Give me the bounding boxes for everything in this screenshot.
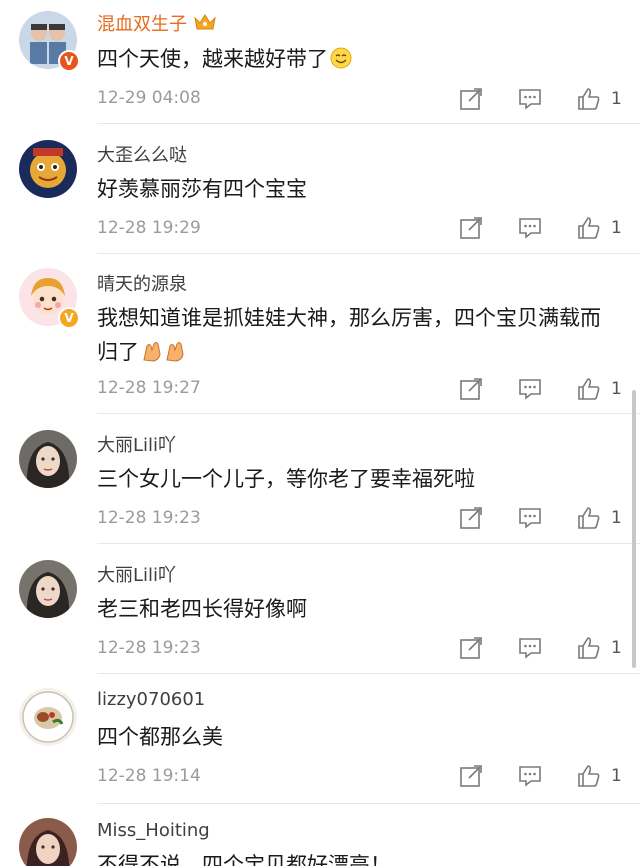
like-button[interactable] [576, 763, 602, 789]
scrollbar[interactable] [632, 390, 636, 668]
comment-button[interactable] [517, 763, 543, 789]
comment-button[interactable] [517, 376, 543, 402]
portrait-avatar-icon [19, 430, 77, 488]
comment-button[interactable] [517, 86, 543, 112]
repost-button[interactable] [458, 763, 484, 789]
comment-username[interactable]: 混血双生子 [97, 10, 217, 36]
user-avatar[interactable] [19, 688, 77, 746]
edit-share-icon [460, 507, 482, 529]
comment-text: 不得不说，四个宝贝都好漂亮！ [97, 853, 391, 866]
like-count: 1 [611, 89, 622, 109]
comment-button[interactable] [517, 505, 543, 531]
comment-bubble-icon [519, 218, 541, 239]
comment-timestamp: 12-28 19:23 [97, 638, 201, 658]
like-count: 1 [611, 379, 622, 399]
repost-button[interactable] [458, 505, 484, 531]
repost-button[interactable] [458, 635, 484, 661]
like-button[interactable] [576, 635, 602, 661]
comment-item: 大丽Lili吖 三个女儿一个儿子，等你老了要幸福死啦 12-28 19:23 1 [0, 414, 640, 544]
edit-share-icon [460, 378, 482, 400]
comment-username[interactable]: 大丽Lili吖 [97, 561, 176, 587]
user-avatar[interactable] [19, 430, 77, 488]
edit-share-icon [460, 637, 482, 659]
like-button[interactable] [576, 505, 602, 531]
comment-bubble-icon [519, 379, 541, 400]
like-count: 1 [611, 638, 622, 658]
edit-share-icon [460, 765, 482, 787]
comment-text: 四个天使，越来越好带了 [97, 42, 616, 76]
comment-timestamp: 12-28 19:23 [97, 508, 201, 528]
thumbs-up-icon [578, 765, 600, 787]
thumbs-up-icon [578, 637, 600, 659]
comment-username[interactable]: Miss_Hoiting [97, 820, 210, 841]
comment-timestamp: 12-28 19:29 [97, 218, 201, 238]
thumbs-up-icon [578, 378, 600, 400]
user-avatar[interactable] [19, 818, 77, 866]
comment-text: 我想知道谁是抓娃娃大神，那么厉害，四个宝贝满载而归了 [97, 301, 616, 369]
comment-item: 大丽Lili吖 老三和老四长得好像啊 12-28 19:23 1 [0, 544, 640, 674]
comment-item: V 晴天的源泉 我想知道谁是抓娃娃大神，那么厉害，四个宝贝满载而归了 12-28… [0, 254, 640, 414]
portrait-avatar-icon [19, 560, 77, 618]
like-button[interactable] [576, 376, 602, 402]
edit-share-icon [460, 217, 482, 239]
comment-button[interactable] [517, 215, 543, 241]
comment-bubble-icon [519, 638, 541, 659]
cartoon-avatar-icon [19, 140, 77, 198]
comment-bubble-icon [519, 89, 541, 110]
smile-emoji-icon [330, 47, 352, 69]
like-count: 1 [611, 766, 622, 786]
comment-item: lizzy070601 四个都那么美 12-28 19:14 1 [0, 674, 640, 804]
user-avatar[interactable] [19, 560, 77, 618]
comment-username[interactable]: lizzy070601 [97, 689, 205, 710]
portrait-avatar-icon [19, 818, 77, 866]
comment-item: 大歪么么哒 好羡慕丽莎有四个宝宝 12-28 19:29 1 [0, 124, 640, 254]
user-avatar[interactable] [19, 140, 77, 198]
comment-timestamp: 12-29 04:08 [97, 88, 201, 108]
comment-button[interactable] [517, 635, 543, 661]
repost-button[interactable] [458, 376, 484, 402]
comment-item: V 混血双生子 四个天使，越来越好带了 12-29 04:08 1 [0, 0, 640, 124]
comment-text: 四个都那么美 [97, 725, 223, 749]
comment-bubble-icon [519, 508, 541, 529]
like-button[interactable] [576, 86, 602, 112]
crown-icon [194, 14, 216, 30]
like-count: 1 [611, 508, 622, 528]
comment-timestamp: 12-28 19:27 [97, 378, 201, 398]
comment-username[interactable]: 晴天的源泉 [97, 270, 187, 296]
comment-text: 老三和老四长得好像啊 [97, 597, 307, 621]
username-text[interactable]: 混血双生子 [97, 14, 187, 35]
verified-badge-icon: V [58, 50, 80, 72]
comment-timestamp: 12-28 19:14 [97, 766, 201, 786]
comment-text-content: 四个天使，越来越好带了 [97, 47, 328, 71]
thumbs-up-icon [578, 88, 600, 110]
food-plate-avatar-icon [19, 688, 77, 746]
verified-badge-icon: V [58, 307, 80, 329]
comment-text: 三个女儿一个儿子，等你老了要幸福死啦 [97, 467, 475, 491]
like-button[interactable] [576, 215, 602, 241]
comment-item: Miss_Hoiting 不得不说，四个宝贝都好漂亮！ [0, 804, 640, 866]
comment-username[interactable]: 大歪么么哒 [97, 141, 187, 167]
repost-button[interactable] [458, 215, 484, 241]
thumbs-up-icon [578, 507, 600, 529]
comment-text: 好羡慕丽莎有四个宝宝 [97, 177, 307, 201]
edit-share-icon [460, 88, 482, 110]
clapping-hands-emoji-icon [143, 342, 184, 362]
repost-button[interactable] [458, 86, 484, 112]
comment-bubble-icon [519, 766, 541, 787]
comment-username[interactable]: 大丽Lili吖 [97, 431, 176, 457]
like-count: 1 [611, 218, 622, 238]
thumbs-up-icon [578, 217, 600, 239]
